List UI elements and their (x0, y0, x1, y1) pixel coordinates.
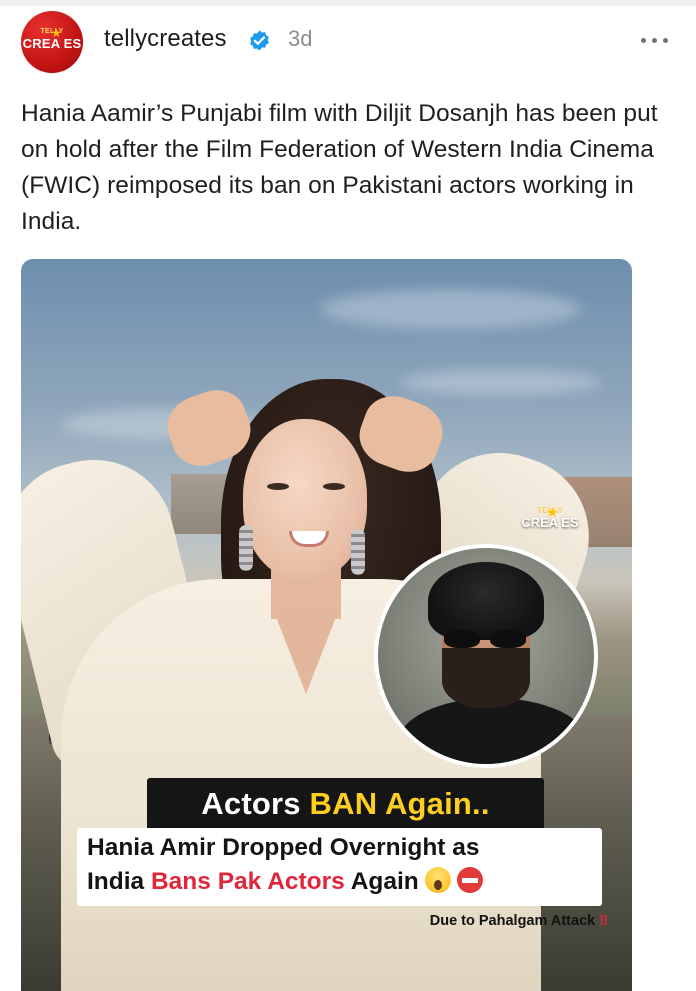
screaming-face-icon (424, 867, 451, 893)
man-turban (428, 562, 544, 640)
subhead-banner: Hania Amir Dropped Overnight as India Ba… (77, 828, 602, 906)
headline-text: Actors BAN Again.. (147, 786, 544, 822)
earring-icon (239, 525, 253, 571)
double-exclamation-icon: ‼ (599, 913, 608, 929)
woman-eye (323, 483, 345, 490)
subhead-line1: Hania Amir Dropped Overnight as (87, 834, 480, 861)
sunglasses-icon (444, 630, 528, 650)
subhead-highlight: Bans Pak Actors (150, 868, 345, 895)
subhead-line2: India Bans Pak Actors Again (87, 867, 483, 896)
sky-cloud (321, 289, 581, 329)
earring-icon (351, 529, 365, 575)
top-divider (0, 0, 696, 6)
woman-face (243, 419, 367, 579)
post-image[interactable]: ★ TELLY CREA ES Actors BAN Again.. Hania… (21, 259, 632, 991)
man-shirt (398, 698, 588, 764)
subhead-line2-a: India (87, 868, 151, 895)
post-time: 3d (288, 26, 313, 51)
headline-highlight: BAN Again.. (309, 786, 490, 821)
star-icon: ★ (546, 504, 559, 520)
footer-banner: Due to Pahalgam Attack ‼ (356, 909, 608, 935)
profile-avatar[interactable]: TELLY ★ CREA ES (21, 11, 83, 73)
woman-eye (267, 483, 289, 490)
man-beard (442, 648, 530, 708)
footer-text: Due to Pahalgam Attack ‼ (430, 913, 608, 929)
sky-cloud (401, 369, 601, 395)
inset-portrait (374, 544, 598, 768)
verified-badge-icon (250, 30, 269, 51)
watermark-logo: ★ TELLY CREA ES (510, 504, 590, 542)
footer-label: Due to Pahalgam Attack (429, 913, 600, 929)
subhead-line2-c: Again (344, 868, 419, 895)
avatar-logo-main: CREA ES (22, 36, 82, 51)
no-entry-icon (456, 867, 483, 893)
more-options-icon[interactable] (640, 34, 670, 46)
username-link[interactable]: tellycreates (104, 25, 227, 53)
post-caption: Hania Aamir’s Punjabi film with Diljit D… (21, 100, 658, 235)
headline-part1: Actors (201, 786, 310, 821)
